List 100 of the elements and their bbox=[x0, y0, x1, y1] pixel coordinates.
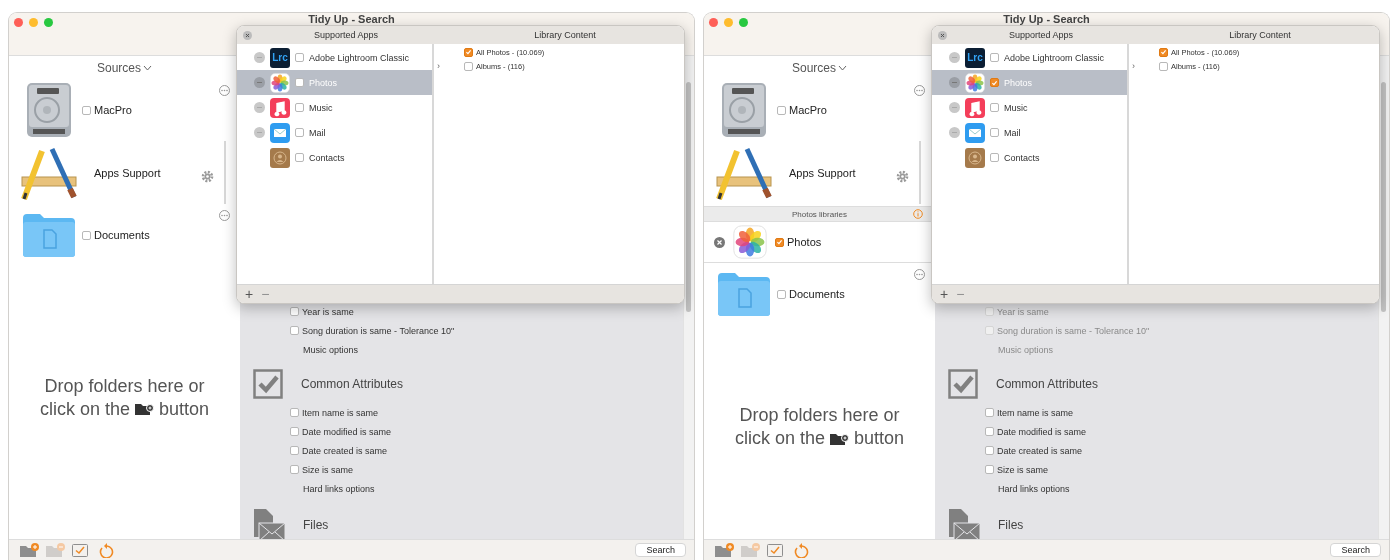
app-name: Contacts bbox=[1004, 152, 1040, 163]
more-icon[interactable] bbox=[914, 269, 925, 280]
option-label: Song duration is same - Tolerance 10" bbox=[997, 325, 1150, 336]
app-row[interactable]: Music bbox=[932, 95, 1127, 120]
add-button[interactable]: + bbox=[940, 287, 949, 301]
remove-icon[interactable] bbox=[949, 127, 960, 138]
info-icon[interactable] bbox=[913, 209, 923, 219]
chevron-down-icon[interactable] bbox=[838, 65, 847, 71]
options-link[interactable]: Music options bbox=[303, 344, 359, 355]
app-row[interactable]: Contacts bbox=[932, 145, 1127, 170]
scrollbar[interactable] bbox=[1381, 82, 1386, 312]
checkbox[interactable] bbox=[464, 61, 473, 71]
disclosure-chevron[interactable]: › bbox=[1132, 61, 1135, 71]
app-name: Mail bbox=[1004, 127, 1021, 138]
checkbox[interactable] bbox=[290, 427, 299, 436]
checkbox[interactable] bbox=[290, 446, 299, 455]
remove-icon[interactable] bbox=[949, 102, 960, 113]
minimize-button[interactable] bbox=[29, 18, 38, 27]
remove-icon[interactable] bbox=[254, 52, 265, 63]
option-label: Year is same bbox=[997, 306, 1049, 317]
app-row[interactable]: Mail bbox=[932, 120, 1127, 145]
chevron-down-icon[interactable] bbox=[143, 65, 152, 71]
app-name: Photos bbox=[309, 77, 338, 88]
checkbox[interactable] bbox=[295, 53, 304, 62]
mail-app-icon bbox=[270, 122, 290, 143]
close-icon[interactable] bbox=[938, 30, 947, 40]
sources-menu[interactable]: Sources bbox=[97, 61, 141, 75]
add-button[interactable]: + bbox=[245, 287, 254, 301]
checkbox[interactable] bbox=[82, 230, 91, 240]
close-icon[interactable] bbox=[243, 30, 252, 40]
checkbox[interactable] bbox=[290, 408, 299, 417]
add-folder-icon[interactable] bbox=[714, 542, 734, 558]
app-row[interactable]: Contacts bbox=[237, 145, 432, 170]
app-row[interactable]: Music bbox=[237, 95, 432, 120]
checkbox[interactable] bbox=[290, 326, 299, 335]
checkbox[interactable] bbox=[1159, 61, 1168, 71]
checkbox[interactable] bbox=[990, 128, 999, 137]
more-icon[interactable] bbox=[914, 85, 925, 96]
remove-icon[interactable] bbox=[254, 127, 265, 138]
add-folder-icon bbox=[830, 431, 849, 446]
checkbox[interactable] bbox=[775, 237, 784, 247]
option-label: Date modified is same bbox=[302, 426, 392, 437]
pencil-ruler-icon bbox=[20, 145, 78, 201]
checkbox[interactable] bbox=[295, 78, 304, 87]
section-title: Files bbox=[998, 518, 1024, 532]
option-label: Size is same bbox=[997, 464, 1049, 475]
search-button[interactable]: Search bbox=[635, 543, 686, 557]
drop-hint: Drop folders here or bbox=[739, 404, 900, 427]
search-button[interactable]: Search bbox=[1330, 543, 1381, 557]
checkbox[interactable] bbox=[985, 408, 994, 417]
checkbox[interactable] bbox=[464, 47, 473, 57]
app-name: Photos bbox=[1004, 77, 1033, 88]
checkbox[interactable] bbox=[290, 307, 299, 316]
checkbox[interactable] bbox=[985, 427, 994, 436]
remove-icon[interactable] bbox=[949, 77, 960, 88]
zoom-button[interactable] bbox=[739, 18, 748, 27]
app-row[interactable]: Lrc Adobe Lightroom Classic bbox=[932, 45, 1127, 70]
hard-drive-icon bbox=[25, 82, 73, 138]
checkbox[interactable] bbox=[777, 105, 786, 115]
close-button[interactable] bbox=[709, 18, 718, 27]
checkbox[interactable] bbox=[1159, 47, 1168, 57]
sources-menu[interactable]: Sources bbox=[792, 61, 836, 75]
zoom-button[interactable] bbox=[44, 18, 53, 27]
section-title: Common Attributes bbox=[996, 377, 1099, 391]
checkbox[interactable] bbox=[82, 105, 91, 115]
disclosure-chevron[interactable]: › bbox=[437, 61, 440, 71]
app-row[interactable]: Lrc Adobe Lightroom Classic bbox=[237, 45, 432, 70]
more-icon[interactable] bbox=[219, 85, 230, 96]
checkbox[interactable] bbox=[985, 446, 994, 455]
add-folder-icon[interactable] bbox=[19, 542, 39, 558]
close-icon[interactable] bbox=[714, 236, 725, 248]
more-icon[interactable] bbox=[219, 210, 230, 221]
checkbox-icon[interactable] bbox=[71, 542, 91, 558]
checkbox[interactable] bbox=[985, 465, 994, 474]
pencil-ruler-icon bbox=[715, 145, 773, 201]
remove-icon[interactable] bbox=[949, 52, 960, 63]
checkbox[interactable] bbox=[777, 289, 786, 299]
checkbox[interactable] bbox=[295, 128, 304, 137]
settings-icon[interactable] bbox=[896, 169, 909, 183]
checkbox[interactable] bbox=[295, 153, 304, 162]
options-link[interactable]: Hard links options bbox=[998, 483, 1070, 494]
checkbox[interactable] bbox=[990, 53, 999, 62]
option-label: Date created is same bbox=[302, 445, 388, 456]
checkbox[interactable] bbox=[990, 103, 999, 112]
remove-icon[interactable] bbox=[254, 77, 265, 88]
minimize-button[interactable] bbox=[724, 18, 733, 27]
checkbox-icon[interactable] bbox=[766, 542, 786, 558]
close-button[interactable] bbox=[14, 18, 23, 27]
photos-app-icon bbox=[733, 225, 767, 259]
checkbox[interactable] bbox=[290, 465, 299, 474]
app-row[interactable]: Mail bbox=[237, 120, 432, 145]
options-link[interactable]: Hard links options bbox=[303, 483, 375, 494]
checkbox[interactable] bbox=[295, 103, 304, 112]
drop-hint: click on the bbox=[734, 427, 825, 450]
scrollbar[interactable] bbox=[686, 82, 691, 312]
checkbox[interactable] bbox=[990, 78, 999, 87]
checkbox[interactable] bbox=[990, 153, 999, 162]
remove-icon[interactable] bbox=[254, 102, 265, 113]
option-label: Size is same bbox=[302, 464, 354, 475]
settings-icon[interactable] bbox=[201, 169, 214, 183]
